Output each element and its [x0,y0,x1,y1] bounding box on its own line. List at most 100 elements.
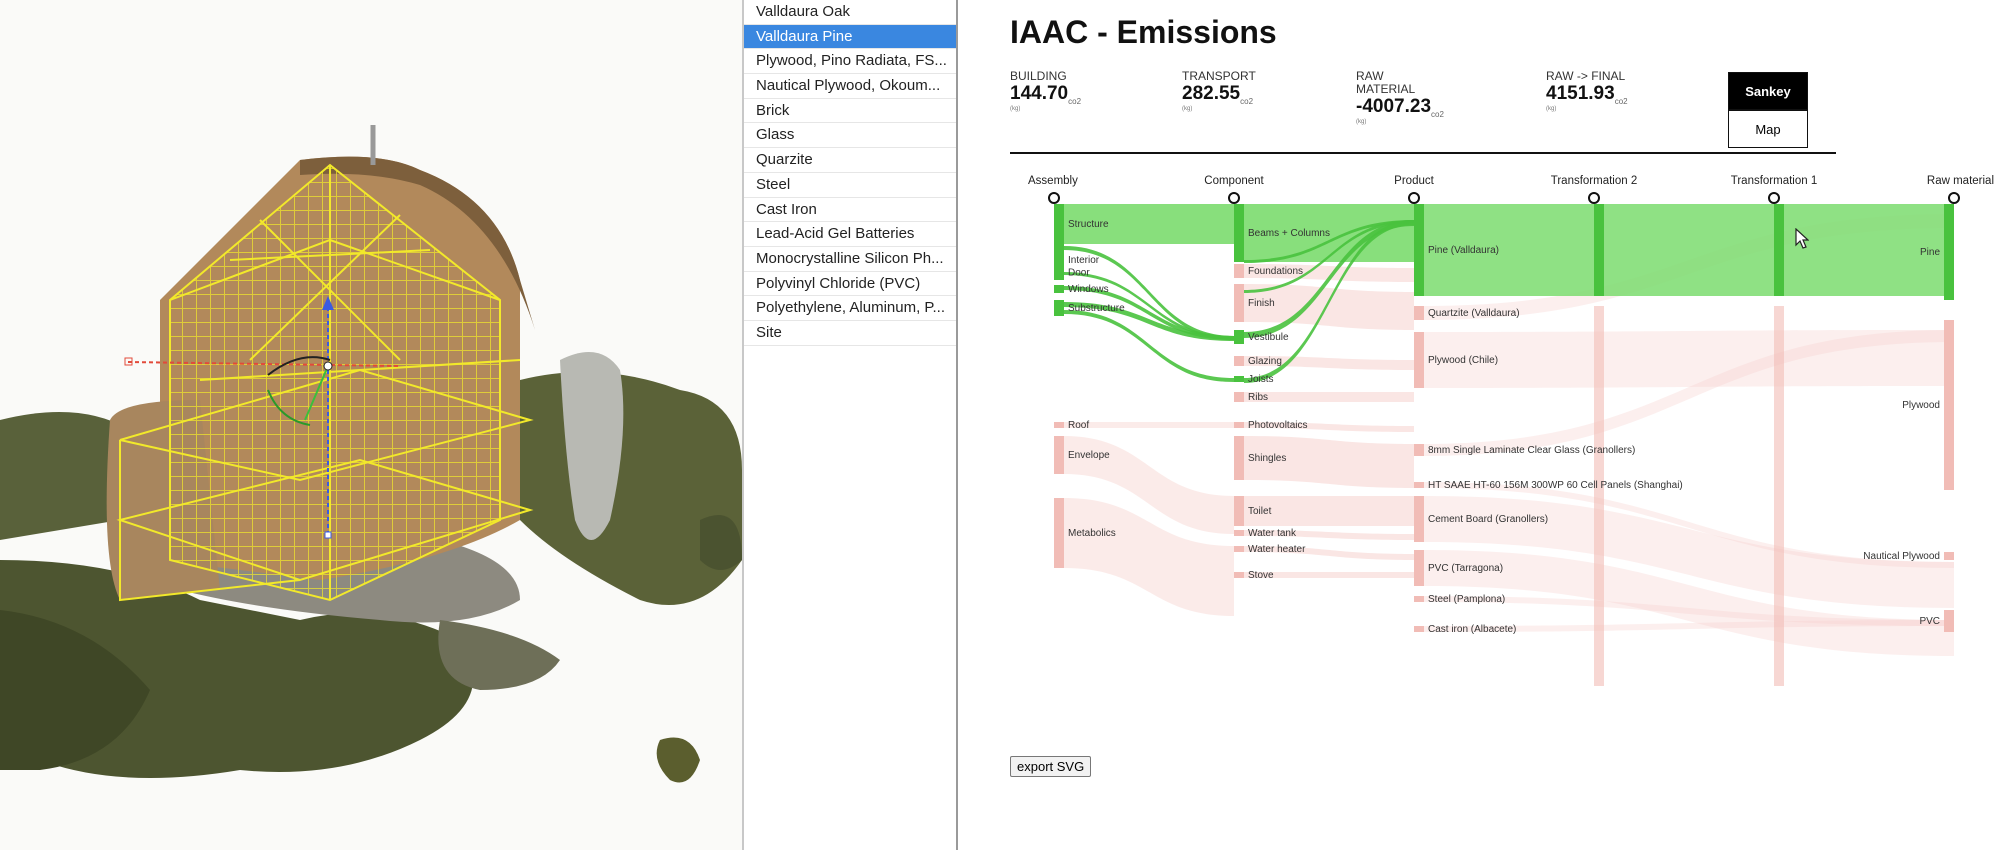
stat-value: 282.55co2 [1182,83,1254,106]
sankey-node-transformation-2[interactable] [1594,306,1604,686]
stat-label: BUILDING [1010,69,1067,83]
sankey-view-button[interactable]: Sankey [1728,72,1808,110]
stat-unit: (kg) [1356,118,1367,125]
sankey-node-component[interactable] [1234,204,1244,262]
header-rule [1010,152,1836,154]
3d-viewport[interactable] [0,0,744,850]
sankey-node-component[interactable] [1234,376,1244,382]
sankey-node-product[interactable] [1414,596,1424,602]
page-title: IAAC - Emissions [1010,14,1277,50]
sankey-node-product[interactable] [1414,332,1424,388]
sankey-node-label: Ribs [1248,392,1268,403]
sankey-link-highlight[interactable] [1424,204,1954,296]
sankey-node-raw-material[interactable] [1944,320,1954,490]
column-handle-icon[interactable] [1228,192,1240,204]
material-item[interactable]: Glass [744,123,956,149]
material-item[interactable]: Lead-Acid Gel Batteries [744,222,956,247]
sankey-node-component[interactable] [1234,392,1244,402]
sankey-node-label: HT SAAE HT-60 156M 300WP 60 Cell Panels … [1428,480,1683,491]
sankey-node-component[interactable] [1234,330,1244,344]
sankey-column-label: Product [1394,175,1434,187]
sankey-node-label: Joists [1248,374,1274,385]
stat-label: RAW MATERIAL [1356,69,1416,96]
sankey-link[interactable] [1244,392,1414,402]
stat-raw-to-final: RAW -> FINAL 4151.93co2 (kg) [1546,70,1628,112]
material-item[interactable]: Site [744,321,956,346]
sankey-node-component[interactable] [1234,264,1244,278]
sankey-column-label: Transformation 1 [1731,175,1818,187]
sankey-node-product[interactable] [1414,306,1424,320]
sankey-node-component[interactable] [1234,356,1244,366]
sankey-node-label: PVC [1919,616,1940,627]
sankey-node-product[interactable] [1414,482,1424,488]
sankey-node-transformation-1[interactable] [1774,306,1784,686]
sankey-node-label: Pine [1920,247,1940,258]
material-item[interactable]: Valldaura Oak [744,0,956,25]
column-handle-icon[interactable] [1588,192,1600,204]
sankey-node-component[interactable] [1234,530,1244,536]
sankey-node-raw-material[interactable] [1944,610,1954,632]
sankey-node-component[interactable] [1234,284,1244,322]
stat-value: 144.70co2 [1010,83,1082,106]
stat-unit: (kg) [1010,105,1021,112]
sankey-node-component[interactable] [1234,572,1244,578]
export-svg-button[interactable]: export SVG [1010,756,1092,777]
sankey-node-label: Structure [1068,219,1109,230]
sankey-node-product[interactable] [1414,204,1424,296]
sankey-node-label: Steel (Pamplona) [1428,594,1505,605]
material-item[interactable]: Polyethylene, Aluminum, P... [744,296,956,321]
sankey-node-assembly[interactable] [1054,422,1064,428]
sankey-node-label: Shingles [1248,453,1286,464]
sankey-node-label: PVC (Tarragona) [1428,563,1503,574]
sankey-node-label: Water tank [1248,528,1297,539]
material-item[interactable]: Plywood, Pino Radiata, FS... [744,49,956,75]
sankey-link[interactable] [1064,422,1234,428]
material-item[interactable]: Quarzite [744,148,956,173]
sankey-node-label: Finish [1248,298,1275,309]
sankey-node-label: Interior [1068,255,1100,266]
sankey-node-component[interactable] [1234,546,1244,552]
sankey-node-raw-material[interactable] [1944,552,1954,560]
material-item[interactable]: Monocrystalline Silicon Ph... [744,247,956,272]
sankey-node-assembly[interactable] [1054,204,1064,244]
sankey-node-assembly[interactable] [1054,300,1064,316]
sankey-node-assembly[interactable] [1054,498,1064,568]
column-handle-icon[interactable] [1408,192,1420,204]
material-item[interactable]: Cast Iron [744,198,956,223]
material-item[interactable]: Valldaura Pine [744,24,956,50]
sankey-node-label: Glazing [1248,356,1282,367]
sankey-node-component[interactable] [1234,496,1244,526]
map-view-button[interactable]: Map [1728,110,1808,148]
stat-unit: (kg) [1546,105,1557,112]
sankey-node-label: Nautical Plywood [1863,551,1940,562]
column-handle-icon[interactable] [1948,192,1960,204]
house-3d-model[interactable] [0,0,742,850]
sankey-node-label: Beams + Columns [1248,228,1330,239]
sankey-node-product[interactable] [1414,626,1424,632]
material-item[interactable]: Steel [744,173,956,198]
sankey-node-transformation-2[interactable] [1594,204,1604,296]
sankey-node-label: 8mm Single Laminate Clear Glass (Granoll… [1428,445,1635,456]
sankey-node-assembly[interactable] [1054,436,1064,474]
sankey-diagram[interactable]: Assembly Component Product Transformation 2… [958,160,2000,750]
sankey-node-assembly[interactable] [1054,270,1064,275]
sankey-node-product[interactable] [1414,550,1424,586]
column-handle-icon[interactable] [1048,192,1060,204]
sankey-node-label: Envelope [1068,450,1110,461]
sankey-node-label: Pine (Valldaura) [1428,245,1499,256]
material-item[interactable]: Nautical Plywood, Okoum... [744,74,956,99]
stat-raw-material: RAW MATERIAL -4007.23co2 (kg) [1356,70,1444,125]
sankey-node-product[interactable] [1414,496,1424,542]
sankey-node-raw-material[interactable] [1944,204,1954,300]
stat-value: -4007.23co2 [1356,96,1444,119]
column-handle-icon[interactable] [1768,192,1780,204]
sankey-node-component[interactable] [1234,436,1244,480]
sankey-node-transformation-1[interactable] [1774,204,1784,296]
sankey-node-assembly[interactable] [1054,285,1064,293]
material-item[interactable]: Brick [744,99,956,124]
material-item[interactable]: Polyvinyl Chloride (PVC) [744,272,956,297]
sankey-node-component[interactable] [1234,422,1244,428]
sankey-node-product[interactable] [1414,444,1424,456]
sankey-column-label: Assembly [1028,175,1078,187]
sankey-node-label: Toilet [1248,506,1272,517]
